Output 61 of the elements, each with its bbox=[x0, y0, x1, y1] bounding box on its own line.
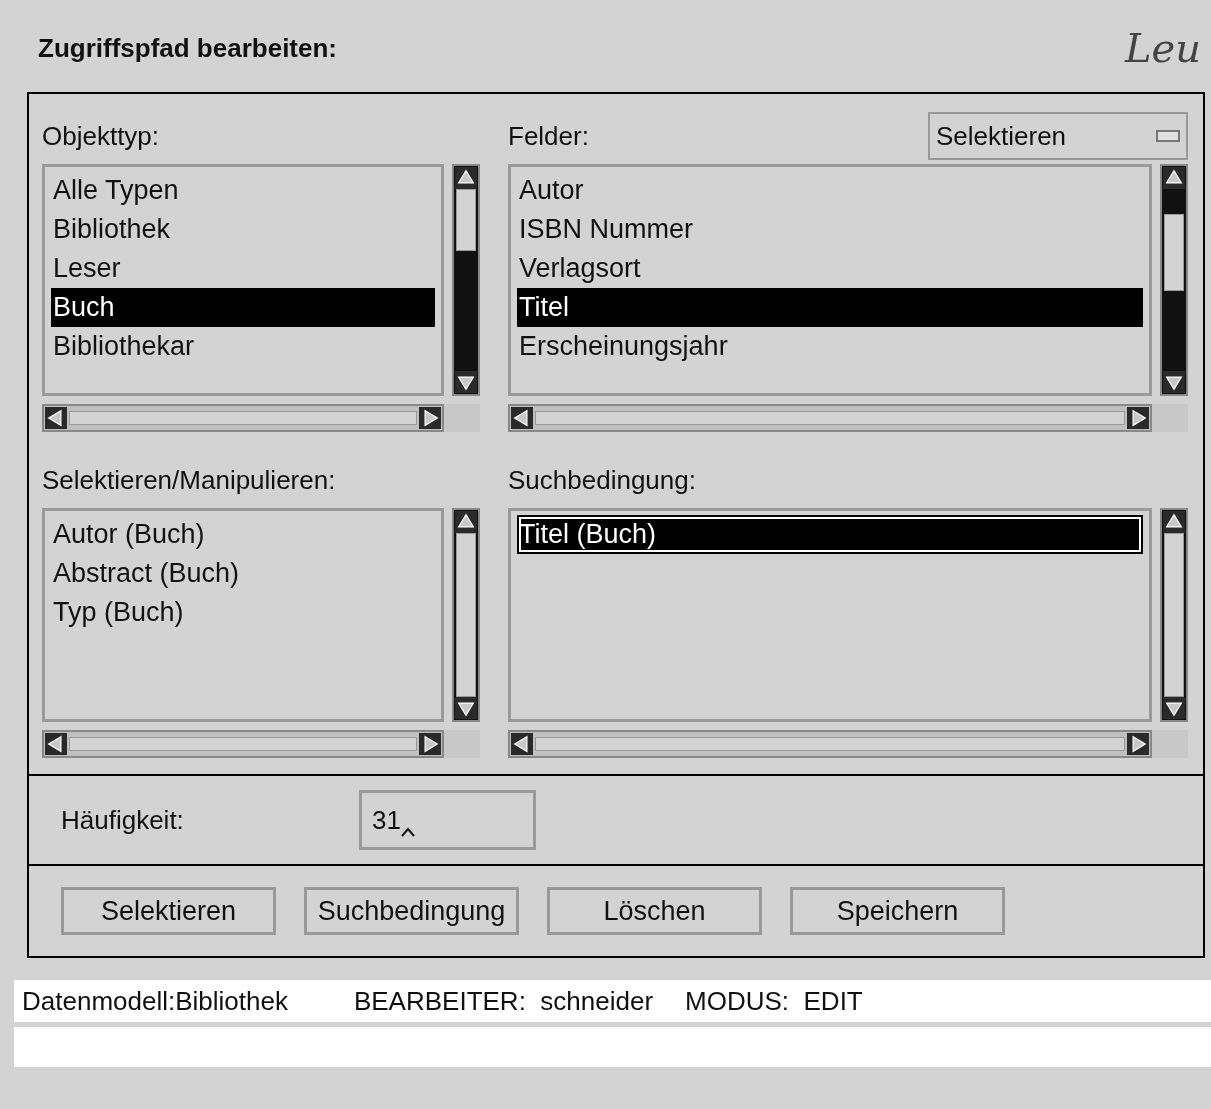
window-title: Zugriffspfad bearbeiten: bbox=[38, 31, 337, 65]
arrow-right-icon[interactable] bbox=[1127, 733, 1149, 755]
scroll-thumb[interactable] bbox=[1164, 533, 1184, 697]
action-button[interactable]: Speichern bbox=[790, 887, 1005, 935]
mode-dropdown[interactable]: Selektieren bbox=[928, 112, 1188, 160]
arrow-up-icon[interactable] bbox=[455, 511, 477, 533]
dropdown-indicator-icon bbox=[1156, 130, 1180, 142]
arrow-up-icon[interactable] bbox=[1163, 167, 1185, 189]
scroll-thumb[interactable] bbox=[456, 189, 476, 251]
action-button[interactable]: Selektieren bbox=[61, 887, 276, 935]
vertical-scrollbar[interactable] bbox=[452, 508, 480, 722]
arrow-left-icon[interactable] bbox=[45, 733, 67, 755]
list-label: Suchbedingung: bbox=[508, 463, 696, 497]
scroll-thumb[interactable] bbox=[456, 533, 476, 697]
arrow-left-icon[interactable] bbox=[511, 733, 533, 755]
list-item[interactable]: Leser bbox=[51, 249, 435, 288]
list-item[interactable]: Verlagsort bbox=[517, 249, 1143, 288]
arrow-up-icon[interactable] bbox=[455, 167, 477, 189]
horizontal-scrollbar[interactable] bbox=[42, 404, 444, 432]
arrow-down-icon[interactable] bbox=[455, 697, 477, 719]
arrow-up-icon[interactable] bbox=[1163, 511, 1185, 533]
arrow-right-icon[interactable] bbox=[419, 733, 441, 755]
frequency-field[interactable]: 31 bbox=[359, 790, 536, 850]
list-label: Objekttyp: bbox=[42, 119, 160, 153]
list-item[interactable]: Bibliothekar bbox=[51, 327, 435, 366]
frequency-label: Häufigkeit: bbox=[61, 803, 185, 837]
list-item[interactable]: Abstract (Buch) bbox=[51, 554, 435, 593]
list-item[interactable]: Typ (Buch) bbox=[51, 593, 435, 632]
list-item[interactable]: Titel (Buch) bbox=[517, 515, 1143, 554]
list-item[interactable]: ISBN Nummer bbox=[517, 210, 1143, 249]
status-text: MODUS: EDIT bbox=[685, 984, 863, 1018]
action-button[interactable]: Suchbedingung bbox=[304, 887, 519, 935]
horizontal-scrollbar[interactable] bbox=[42, 730, 444, 758]
vertical-scrollbar[interactable] bbox=[452, 164, 480, 396]
arrow-down-icon[interactable] bbox=[1163, 371, 1185, 393]
arrow-left-icon[interactable] bbox=[45, 407, 67, 429]
action-button[interactable]: Löschen bbox=[547, 887, 762, 935]
list-item[interactable]: Buch bbox=[51, 288, 435, 327]
status-text: Datenmodell:Bibliothek bbox=[22, 984, 288, 1018]
list-item[interactable]: Autor bbox=[517, 171, 1143, 210]
list-item[interactable]: Autor (Buch) bbox=[51, 515, 435, 554]
list-item[interactable]: Bibliothek bbox=[51, 210, 435, 249]
field-value: 31 bbox=[372, 803, 401, 837]
list-item[interactable]: Erscheinungsjahr bbox=[517, 327, 1143, 366]
scroll-thumb[interactable] bbox=[1164, 214, 1184, 291]
list-item[interactable]: Alle Typen bbox=[51, 171, 435, 210]
list-label: Selektieren/Manipulieren: bbox=[42, 463, 336, 497]
status-text: BEARBEITER: schneider bbox=[353, 984, 654, 1018]
arrow-down-icon[interactable] bbox=[455, 371, 477, 393]
vertical-scrollbar[interactable] bbox=[1160, 164, 1188, 396]
arrow-left-icon[interactable] bbox=[511, 407, 533, 429]
arrow-right-icon[interactable] bbox=[419, 407, 441, 429]
caret-icon bbox=[400, 827, 415, 837]
arrow-right-icon[interactable] bbox=[1127, 407, 1149, 429]
list-label: Felder: bbox=[508, 119, 589, 153]
horizontal-scrollbar[interactable] bbox=[508, 404, 1152, 432]
horizontal-scrollbar[interactable] bbox=[508, 730, 1152, 758]
list-item[interactable]: Titel bbox=[517, 288, 1143, 327]
logo: Leu bbox=[1125, 24, 1201, 73]
vertical-scrollbar[interactable] bbox=[1160, 508, 1188, 722]
arrow-down-icon[interactable] bbox=[1163, 697, 1185, 719]
